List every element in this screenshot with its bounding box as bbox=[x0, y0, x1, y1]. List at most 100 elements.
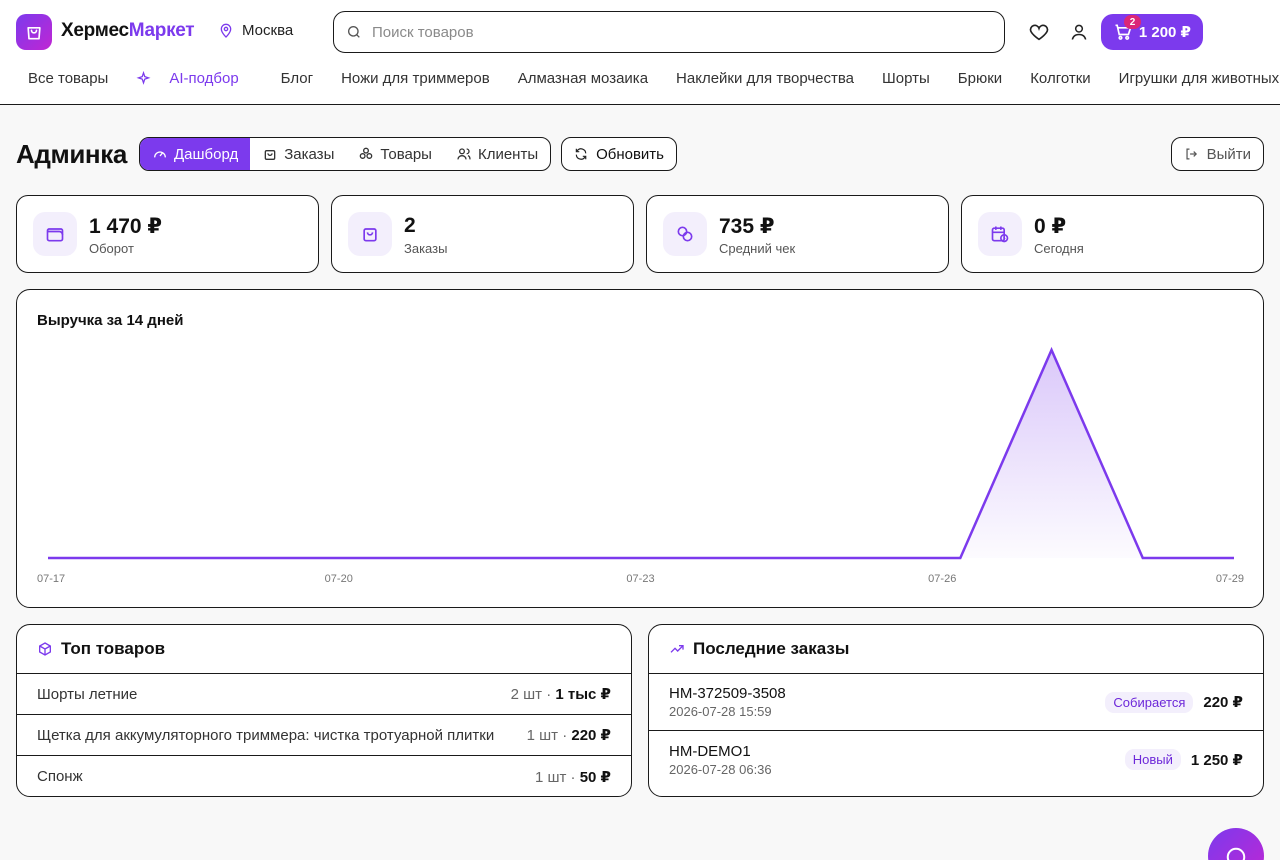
order-row[interactable]: HM-DEMO1 2026-07-28 06:36 Новый 1 250 ₽ bbox=[649, 731, 1263, 788]
search-box bbox=[333, 11, 1005, 53]
chat-button[interactable] bbox=[1208, 828, 1264, 860]
nav-item-trimmer-knives[interactable]: Ножи для триммеров bbox=[327, 70, 504, 87]
stat-value: 1 470 ₽ bbox=[89, 215, 162, 238]
x-tick-label: 07-29 bbox=[1216, 573, 1244, 585]
trending-up-icon bbox=[670, 645, 684, 653]
product-sum: 1 тыс ₽ bbox=[555, 686, 611, 703]
refresh-icon bbox=[575, 148, 587, 160]
nav-item-shorts[interactable]: Шорты bbox=[868, 70, 944, 87]
favorites-heart-icon[interactable] bbox=[1027, 20, 1051, 44]
product-name: Щетка для аккумуляторного триммера: чист… bbox=[37, 726, 495, 744]
logo-part1: Хермес bbox=[61, 20, 129, 41]
table-row[interactable]: Спонж 1 шт · 50 ₽ bbox=[17, 756, 631, 796]
order-row[interactable]: HM-372509-3508 2026-07-28 15:59 Собирает… bbox=[649, 674, 1263, 731]
product-meta: 2 шт · 1 тыс ₽ bbox=[511, 685, 611, 703]
order-sum: 1 250 ₽ bbox=[1190, 751, 1243, 769]
nav-item-pet-toys[interactable]: Игрушки для животных bbox=[1105, 70, 1280, 87]
status-badge: Собирается bbox=[1105, 691, 1194, 713]
nav-item-stickers[interactable]: Наклейки для творчества bbox=[662, 70, 868, 87]
search-icon bbox=[348, 26, 360, 38]
order-id: HM-DEMO1 bbox=[669, 742, 751, 760]
cart-button[interactable]: 2 1 200 ₽ bbox=[1101, 14, 1203, 50]
order-id: HM-372509-3508 bbox=[669, 685, 786, 702]
boxes-icon bbox=[360, 147, 373, 159]
shopping-bag-icon bbox=[348, 212, 392, 256]
product-sum: 50 ₽ bbox=[579, 768, 611, 786]
product-name: Шорты летние bbox=[37, 685, 138, 703]
product-qty: 1 шт · bbox=[526, 727, 572, 744]
table-row[interactable]: Щетка для аккумуляторного триммера: чист… bbox=[17, 715, 631, 756]
user-profile-icon[interactable] bbox=[1067, 20, 1091, 44]
logo-text[interactable]: ХермесМаркет bbox=[61, 20, 195, 42]
calendar-clock-icon bbox=[978, 212, 1022, 256]
page-title: Админка bbox=[16, 139, 127, 169]
stat-value: 0 ₽ bbox=[1034, 215, 1067, 238]
product-name: Спонж bbox=[37, 768, 83, 785]
stat-card-turnover: 1 470 ₽ Оборот bbox=[16, 195, 319, 273]
order-date: 2026-07-28 06:36 bbox=[669, 761, 772, 777]
chat-icon bbox=[1226, 847, 1246, 860]
order-right: Новый 1 250 ₽ bbox=[1124, 749, 1243, 770]
nav-item-diamond-mosaic[interactable]: Алмазная мозаика bbox=[504, 70, 662, 87]
tab-products[interactable]: Товары bbox=[346, 138, 444, 170]
x-tick-label: 07-20 bbox=[325, 573, 353, 585]
stat-label: Сегодня bbox=[1034, 241, 1084, 256]
city-label: Москва bbox=[242, 22, 294, 39]
x-tick-label: 07-26 bbox=[928, 573, 956, 585]
table-row[interactable]: Шорты летние 2 шт · 1 тыс ₽ bbox=[17, 674, 631, 715]
logo-part2: Маркет bbox=[128, 20, 195, 41]
users-icon bbox=[457, 148, 471, 160]
site-header: ХермесМаркет Москва 2 1 200 ₽ Все товары… bbox=[0, 0, 1280, 105]
stat-card-avg-check: 735 ₽ Средний чек bbox=[646, 195, 949, 273]
nav-item-ai[interactable]: AI-подбор bbox=[122, 70, 266, 87]
top-products-panel: Топ товаров Шорты летние 2 шт · 1 тыс ₽ … bbox=[16, 624, 632, 797]
gauge-icon bbox=[154, 151, 166, 158]
order-date: 2026-07-28 15:59 bbox=[669, 704, 772, 719]
order-info: HM-DEMO1 2026-07-28 06:36 bbox=[669, 743, 772, 777]
chart-area-fill bbox=[48, 350, 1234, 558]
nav-item-trousers[interactable]: Брюки bbox=[944, 70, 1016, 87]
tab-orders[interactable]: Заказы bbox=[250, 138, 346, 170]
cart-count-badge: 2 bbox=[1124, 15, 1141, 29]
x-tick-label: 07-23 bbox=[626, 573, 654, 585]
category-nav: Все товары AI-подбор Блог Ножи для тримм… bbox=[14, 70, 1280, 87]
nav-item-blog[interactable]: Блог bbox=[267, 70, 327, 87]
product-meta: 1 шт · 50 ₽ bbox=[535, 768, 611, 786]
tab-dashboard-label: Дашборд bbox=[174, 145, 239, 163]
logout-button[interactable]: Выйти bbox=[1171, 137, 1264, 171]
stat-label: Средний чек bbox=[719, 241, 796, 256]
stat-label: Заказы bbox=[404, 241, 448, 256]
status-badge: Новый bbox=[1124, 749, 1181, 770]
admin-tabs: Дашборд Заказы Товары Клиенты bbox=[139, 137, 552, 171]
search-input[interactable] bbox=[372, 23, 972, 41]
nav-item-ai-label: AI-подбор bbox=[169, 70, 239, 87]
recent-orders-panel: Последние заказы HM-372509-3508 2026-07-… bbox=[648, 624, 1264, 797]
order-info: HM-372509-3508 2026-07-28 15:59 bbox=[669, 685, 786, 719]
sparkles-icon bbox=[136, 71, 151, 85]
tab-clients[interactable]: Клиенты bbox=[444, 138, 550, 170]
cart-total: 1 200 ₽ bbox=[1138, 24, 1191, 41]
tab-clients-label: Клиенты bbox=[477, 145, 539, 163]
stat-value: 735 ₽ bbox=[719, 215, 775, 238]
coins-icon bbox=[663, 212, 707, 256]
product-qty: 2 шт · bbox=[510, 686, 556, 703]
logo-bag-icon[interactable] bbox=[16, 14, 52, 50]
refresh-button[interactable]: Обновить bbox=[561, 137, 677, 171]
nav-item-tights[interactable]: Колготки bbox=[1016, 70, 1104, 87]
x-tick-label: 07-17 bbox=[37, 573, 65, 585]
order-right: Собирается 220 ₽ bbox=[1105, 691, 1243, 713]
nav-item-all[interactable]: Все товары bbox=[14, 70, 122, 87]
stat-value: 2 bbox=[404, 214, 416, 237]
tab-dashboard[interactable]: Дашборд bbox=[140, 138, 251, 170]
refresh-label: Обновить bbox=[596, 145, 664, 163]
stat-card-today: 0 ₽ Сегодня bbox=[961, 195, 1264, 273]
product-sum: 220 ₽ bbox=[571, 727, 611, 744]
recent-orders-title: Последние заказы bbox=[693, 639, 850, 658]
product-meta: 1 шт · 220 ₽ bbox=[527, 726, 611, 744]
tab-products-label: Товары bbox=[380, 145, 432, 163]
logout-icon bbox=[1186, 148, 1198, 160]
city-selector[interactable]: Москва bbox=[218, 22, 293, 39]
logout-label: Выйти bbox=[1206, 145, 1251, 163]
revenue-chart: 07-17 07-20 07-23 07-26 07-29 bbox=[37, 346, 1244, 585]
recent-orders-header: Последние заказы bbox=[649, 625, 1263, 674]
